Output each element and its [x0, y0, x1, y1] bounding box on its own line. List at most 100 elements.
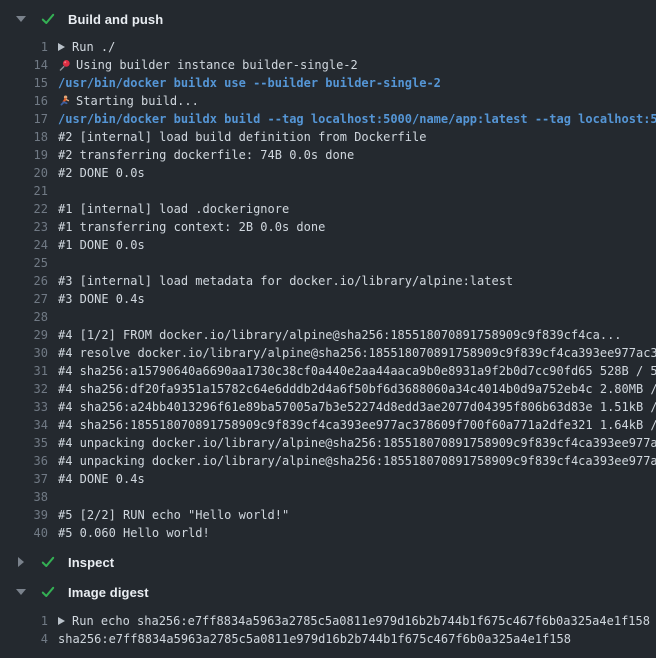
- section-title: Image digest: [68, 585, 149, 600]
- line-number[interactable]: 24: [0, 236, 48, 254]
- line-number[interactable]: 35: [0, 434, 48, 452]
- log-group-line[interactable]: 1 Run ./: [0, 38, 656, 56]
- line-number[interactable]: 14: [0, 56, 48, 74]
- actions-log-viewer: Build and push 1 Run ./ 14 Using builder…: [0, 0, 656, 658]
- line-number[interactable]: 28: [0, 308, 48, 326]
- log-line: 15 /usr/bin/docker buildx use --builder …: [0, 74, 656, 92]
- log-line: 37 #4 DONE 0.4s: [0, 470, 656, 488]
- line-number[interactable]: 25: [0, 254, 48, 272]
- log-line: 33 #4 sha256:a24bb4013296f61e89ba57005a7…: [0, 398, 656, 416]
- chevron-down-icon: [15, 16, 27, 22]
- expand-arrow-icon[interactable]: [58, 43, 65, 51]
- log-line: 24 #1 DONE 0.0s: [0, 236, 656, 254]
- line-number[interactable]: 34: [0, 416, 48, 434]
- log-line: 16 Starting build...: [0, 92, 656, 110]
- log-line: 20 #2 DONE 0.0s: [0, 164, 656, 182]
- chevron-right-icon: [15, 557, 27, 567]
- section-log-lines: 1 Run ./ 14 Using builder instance build…: [0, 38, 656, 542]
- log-line-text: #5 [2/2] RUN echo "Hello world!": [58, 506, 289, 524]
- log-line-text: #1 DONE 0.0s: [58, 236, 145, 254]
- log-line: 34 #4 sha256:185518070891758909c9f839cf4…: [0, 416, 656, 434]
- line-number[interactable]: 38: [0, 488, 48, 506]
- expand-arrow-icon[interactable]: [58, 617, 65, 625]
- section-header-inspect[interactable]: Inspect: [0, 551, 656, 573]
- section-title: Inspect: [68, 555, 114, 570]
- log-group-line[interactable]: 1 Run echo sha256:e7ff8834a5963a2785c5a0…: [0, 612, 656, 630]
- log-section: Build and push 1 Run ./ 14 Using builder…: [0, 8, 656, 542]
- log-line: 39 #5 [2/2] RUN echo "Hello world!": [0, 506, 656, 524]
- log-line-text: /usr/bin/docker buildx build --tag local…: [58, 110, 656, 128]
- line-number[interactable]: 23: [0, 218, 48, 236]
- line-number[interactable]: 4: [0, 630, 48, 648]
- log-line-text: #4 unpacking docker.io/library/alpine@sh…: [58, 452, 656, 470]
- line-number[interactable]: 33: [0, 398, 48, 416]
- log-line-text: #2 [internal] load build definition from…: [58, 128, 426, 146]
- line-number[interactable]: 36: [0, 452, 48, 470]
- line-number[interactable]: 17: [0, 110, 48, 128]
- log-line: 23 #1 transferring context: 2B 0.0s done: [0, 218, 656, 236]
- log-line-text: Using builder instance builder-single-2: [58, 56, 358, 74]
- log-line-text: #1 transferring context: 2B 0.0s done: [58, 218, 325, 236]
- log-section: Image digest 1 Run echo sha256:e7ff8834a…: [0, 581, 656, 648]
- log-line-text: #3 [internal] load metadata for docker.i…: [58, 272, 513, 290]
- log-line: 14 Using builder instance builder-single…: [0, 56, 656, 74]
- chevron-down-icon: [15, 589, 27, 595]
- log-line: 40 #5 0.060 Hello world!: [0, 524, 656, 542]
- line-number[interactable]: 30: [0, 344, 48, 362]
- success-check-icon: [40, 554, 56, 570]
- line-number[interactable]: 1: [0, 612, 48, 630]
- log-line: 38: [0, 488, 656, 506]
- section-header-image-digest[interactable]: Image digest: [0, 581, 656, 603]
- section-title: Build and push: [68, 12, 163, 27]
- line-number[interactable]: 26: [0, 272, 48, 290]
- log-line-text: Run echo sha256:e7ff8834a5963a2785c5a081…: [58, 612, 650, 630]
- log-line-text: #2 transferring dockerfile: 74B 0.0s don…: [58, 146, 354, 164]
- log-line: 19 #2 transferring dockerfile: 74B 0.0s …: [0, 146, 656, 164]
- log-line: 36 #4 unpacking docker.io/library/alpine…: [0, 452, 656, 470]
- log-line-text: #4 sha256:a24bb4013296f61e89ba57005a7b3e…: [58, 398, 656, 416]
- log-line: 29 #4 [1/2] FROM docker.io/library/alpin…: [0, 326, 656, 344]
- line-number[interactable]: 15: [0, 74, 48, 92]
- log-line-text: /usr/bin/docker buildx use --builder bui…: [58, 74, 441, 92]
- line-number[interactable]: 32: [0, 380, 48, 398]
- line-number[interactable]: 40: [0, 524, 48, 542]
- log-line: 25: [0, 254, 656, 272]
- line-number[interactable]: 19: [0, 146, 48, 164]
- section-log-lines: 1 Run echo sha256:e7ff8834a5963a2785c5a0…: [0, 612, 656, 648]
- log-line-text: #2 DONE 0.0s: [58, 164, 145, 182]
- success-check-icon: [40, 584, 56, 600]
- log-line-text: sha256:e7ff8834a5963a2785c5a0811e979d16b…: [58, 630, 571, 648]
- line-number[interactable]: 21: [0, 182, 48, 200]
- line-number[interactable]: 16: [0, 92, 48, 110]
- log-line-text: #4 sha256:a15790640a6690aa1730c38cf0a440…: [58, 362, 656, 380]
- line-number[interactable]: 18: [0, 128, 48, 146]
- log-line: 32 #4 sha256:df20fa9351a15782c64e6dddb2d…: [0, 380, 656, 398]
- line-number[interactable]: 29: [0, 326, 48, 344]
- log-line: 26 #3 [internal] load metadata for docke…: [0, 272, 656, 290]
- log-line: 18 #2 [internal] load build definition f…: [0, 128, 656, 146]
- log-line-text: #5 0.060 Hello world!: [58, 524, 210, 542]
- log-line-text: #4 DONE 0.4s: [58, 470, 145, 488]
- log-section: Inspect: [0, 551, 656, 573]
- log-line-text: #4 sha256:185518070891758909c9f839cf4ca3…: [58, 416, 656, 434]
- line-number[interactable]: 37: [0, 470, 48, 488]
- log-line: 28: [0, 308, 656, 326]
- log-line-text: #4 unpacking docker.io/library/alpine@sh…: [58, 434, 656, 452]
- log-line-text: Run ./: [58, 38, 115, 56]
- pushpin-icon: [58, 59, 71, 72]
- log-line: 30 #4 resolve docker.io/library/alpine@s…: [0, 344, 656, 362]
- log-line: 4 sha256:e7ff8834a5963a2785c5a0811e979d1…: [0, 630, 656, 648]
- section-header-build-and-push[interactable]: Build and push: [0, 8, 656, 30]
- success-check-icon: [40, 11, 56, 27]
- log-line-text: #4 sha256:df20fa9351a15782c64e6dddb2d4a6…: [58, 380, 656, 398]
- log-line-text: Starting build...: [58, 92, 199, 110]
- line-number[interactable]: 1: [0, 38, 48, 56]
- log-line: 35 #4 unpacking docker.io/library/alpine…: [0, 434, 656, 452]
- line-number[interactable]: 20: [0, 164, 48, 182]
- line-number[interactable]: 22: [0, 200, 48, 218]
- line-number[interactable]: 39: [0, 506, 48, 524]
- log-line-text: #4 resolve docker.io/library/alpine@sha2…: [58, 344, 656, 362]
- line-number[interactable]: 31: [0, 362, 48, 380]
- line-number[interactable]: 27: [0, 290, 48, 308]
- log-line-text: #1 [internal] load .dockerignore: [58, 200, 289, 218]
